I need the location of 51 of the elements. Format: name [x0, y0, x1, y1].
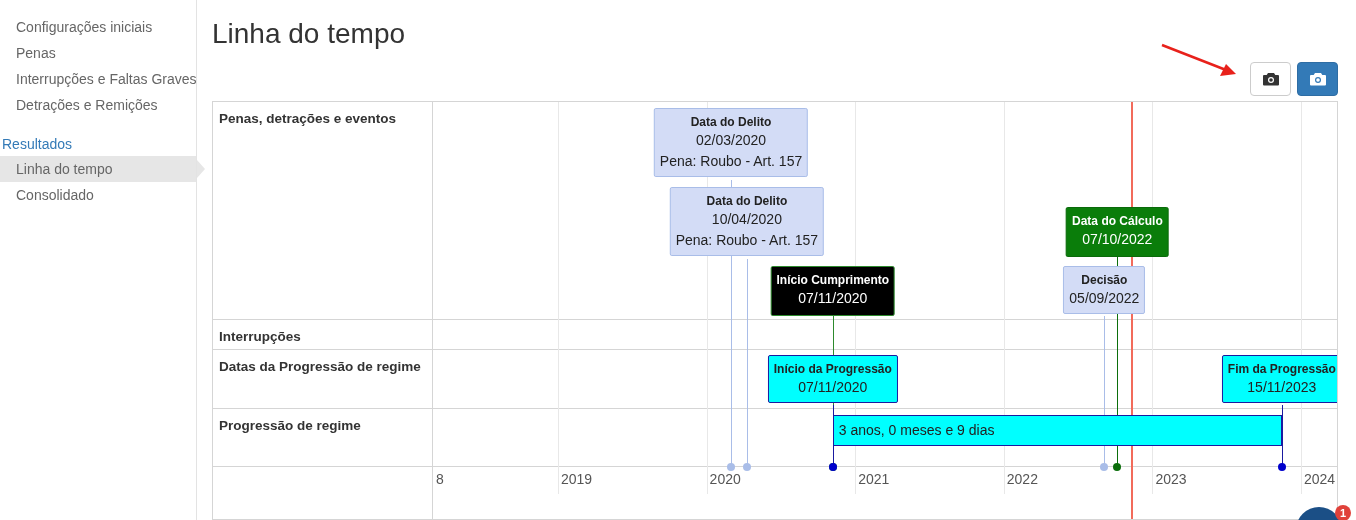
sidebar-item[interactable]: Consolidado	[0, 182, 196, 208]
camera-button[interactable]	[1297, 62, 1338, 96]
event-dot	[727, 463, 735, 471]
event-date: 05/09/2022	[1069, 289, 1140, 308]
event-title: Data do Delito	[706, 193, 788, 209]
axis-label: 2021	[858, 471, 890, 487]
axis-label: 2024	[1304, 471, 1336, 487]
event-date: 15/11/2023	[1247, 378, 1317, 397]
sidebar-item[interactable]: Penas	[0, 40, 196, 66]
event-title: Decisão	[1081, 272, 1128, 288]
event-date: 02/03/2020	[695, 131, 767, 150]
event-box[interactable]: Decisão 05/09/2022	[1063, 266, 1146, 314]
event-dot	[1277, 463, 1286, 471]
section-heading: Resultados	[1, 135, 74, 154]
event-dot	[1100, 463, 1109, 471]
event-date: 07/10/2022	[1082, 230, 1153, 249]
event-box[interactable]: Data do Delito 10/04/2020 Pena: Roubo - Art. 157	[669, 187, 825, 256]
event-title: Fim da Progressão	[1227, 361, 1336, 377]
event-title: Início da Progressão	[773, 361, 892, 377]
group-label: Interrupções	[219, 329, 301, 344]
event-date: 10/04/2020	[711, 210, 782, 229]
group-label: Datas da Progressão de regime	[219, 359, 421, 374]
sidebar-item[interactable]: Detrações e Remições	[0, 92, 196, 118]
page-title: Linha do tempo	[212, 17, 407, 51]
event-box[interactable]: Início da Progressão 07/11/2020	[767, 355, 898, 403]
axis-label: 2022	[1006, 471, 1038, 487]
event-box[interactable]: Data do Cálculo 07/10/2022	[1066, 207, 1169, 257]
event-dot	[1113, 463, 1122, 471]
event-date: 07/11/2020	[798, 289, 868, 308]
event-box[interactable]: Data do Delito 02/03/2020 Pena: Roubo - Art. 157	[653, 108, 809, 177]
event-title: Início Cumprimento	[776, 272, 890, 288]
event-detail: Pena: Roubo - Art. 157	[659, 152, 803, 171]
sidebar-item[interactable]: Configurações iniciais	[0, 14, 196, 40]
event-box[interactable]: Fim da Progressão 15/11/2023	[1221, 355, 1337, 403]
event-dot	[742, 463, 751, 471]
group-label: Progressão de regime	[219, 418, 361, 433]
axis-label: 2020	[709, 471, 741, 487]
sidebar-item[interactable]: Interrupções e Faltas Graves	[0, 66, 213, 92]
axis-label: 2019	[561, 471, 593, 487]
sidebar-item[interactable]: Linha do tempo	[0, 156, 196, 182]
camera-icon	[1309, 72, 1326, 86]
event-date: 07/11/2020	[798, 378, 868, 397]
axis-label: 2023	[1155, 471, 1187, 487]
event-title: Data do Delito	[690, 114, 772, 130]
notification-badge: 1	[1335, 505, 1351, 520]
event-box[interactable]: Início Cumprimento 07/11/2020	[770, 266, 896, 316]
event-detail: Pena: Roubo - Art. 157	[675, 231, 819, 250]
axis-label: 8	[436, 471, 444, 487]
event-title: Data do Cálculo	[1072, 213, 1163, 229]
camera-icon	[1262, 72, 1279, 86]
group-label: Penas, detrações e eventos	[219, 111, 397, 126]
